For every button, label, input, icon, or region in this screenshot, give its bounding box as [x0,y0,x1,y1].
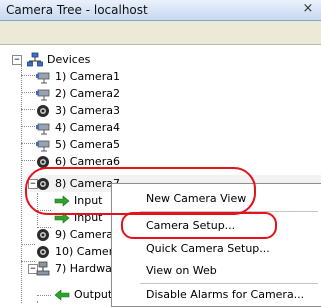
tree-node-label[interactable]: Input [74,193,102,209]
box-camera-icon [35,137,51,153]
tree-node-label[interactable]: 4) Camera4 [55,120,120,136]
tree-node-label[interactable]: 2) Camera2 [55,86,120,102]
dome-camera-icon [35,176,51,192]
tree-connector [21,261,35,262]
output-arrow-icon [54,287,70,303]
tree-node-label[interactable]: 1) Camera1 [55,69,120,85]
tree-connector [21,160,35,161]
menu-item-view-on-web[interactable]: View on Web [113,261,321,281]
box-camera-icon [35,69,51,85]
tree-connector [21,143,35,144]
tree-connector [37,210,51,211]
input-arrow-icon [54,193,70,209]
tree-node-label[interactable]: 6) Camera6 [55,154,120,170]
tree-connector [37,193,38,225]
tree-connector [21,126,35,127]
context-menu: New Camera View Camera Setup... Quick Ca… [111,183,321,307]
tree-root-devices[interactable]: Devices [47,52,90,68]
hardware-icon [35,261,51,277]
close-icon[interactable]: × [301,2,315,16]
tree-connector [21,65,22,303]
collapse-toggle[interactable]: − [12,55,22,65]
dome-camera-icon [35,244,51,260]
menu-item-quick-camera-setup[interactable]: Quick Camera Setup... [113,239,321,259]
network-devices-icon [27,52,43,68]
tree-connector [21,92,35,93]
box-camera-icon [35,120,51,136]
tree-connector [21,109,35,110]
title-bar: Camera Tree - localhost × [0,0,321,21]
menu-separator [140,283,318,284]
menu-separator [140,211,318,212]
tree-node-label[interactable]: 9) Camera [55,227,113,243]
dome-camera-icon [35,154,51,170]
dome-camera-icon [35,103,51,119]
dome-camera-icon [35,227,51,243]
input-arrow-icon [54,210,70,226]
tree-connector [37,295,51,296]
tree-node-label[interactable]: Output [74,287,112,303]
menu-item-disable-alarms[interactable]: Disable Alarms for Camera... [113,285,321,305]
menu-item-new-camera-view[interactable]: New Camera View [113,189,321,209]
tree-node-label[interactable]: 3) Camera3 [55,103,120,119]
tree-node-label[interactable]: Input [74,210,102,226]
menu-item-camera-setup[interactable]: Camera Setup... [113,216,321,236]
tree-connector [21,244,35,245]
tree-connector [21,75,35,76]
box-camera-icon [35,86,51,102]
window-title: Camera Tree - localhost [6,3,148,17]
tree-node-label[interactable]: 5) Camera5 [55,137,120,153]
toolbar [0,21,321,45]
